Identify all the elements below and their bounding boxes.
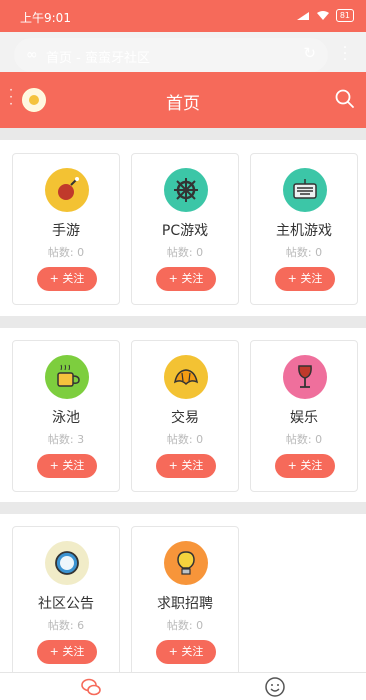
forum-card[interactable]: 手游帖数: 0 + 关注 [12, 153, 120, 305]
reload-icon[interactable]: ↻ [303, 44, 316, 62]
follow-button[interactable]: + 关注 [37, 640, 97, 664]
forum-name: 娱乐 [290, 410, 318, 426]
follow-button[interactable]: + 关注 [37, 267, 97, 291]
forum-name: 求职招聘 [157, 596, 213, 612]
post-count: 帖数: 0 [166, 246, 204, 259]
post-count: 帖数: 6 [47, 619, 85, 632]
bottom-tab-bar [0, 672, 366, 700]
post-count: 帖数: 3 [47, 433, 85, 446]
wine-icon [283, 355, 327, 399]
mug-icon [45, 355, 89, 399]
forum-card[interactable]: 求职招聘帖数: 0 + 关注 [131, 526, 239, 678]
forum-card[interactable]: 娱乐帖数: 0 + 关注 [250, 340, 358, 492]
post-count: 帖数: 0 [285, 246, 323, 259]
post-count: 帖数: 0 [285, 433, 323, 446]
infinity-icon: ∞ [26, 47, 38, 63]
keyboard-icon [283, 168, 327, 212]
forum-card[interactable]: 主机游戏帖数: 0 + 关注 [250, 153, 358, 305]
follow-button[interactable]: + 关注 [37, 454, 97, 478]
follow-button[interactable]: + 关注 [156, 454, 216, 478]
browser-url-bar[interactable]: ∞ 首页 - 蛮蛮牙社区 ↻ [14, 38, 328, 72]
follow-button[interactable]: + 关注 [156, 267, 216, 291]
post-count: 帖数: 0 [166, 619, 204, 632]
browser-menu-icon[interactable]: · · · [342, 41, 348, 67]
forum-name: 主机游戏 [276, 223, 332, 239]
status-bar: 上午9:01 81 [0, 0, 366, 32]
forum-name: 社区公告 [38, 596, 94, 612]
forum-card[interactable]: PC游戏帖数: 0 + 关注 [131, 153, 239, 305]
follow-button[interactable]: + 关注 [275, 267, 335, 291]
follow-button[interactable]: + 关注 [275, 454, 335, 478]
forum-card[interactable]: 泳池帖数: 3 + 关注 [12, 340, 120, 492]
url-title: 首页 - 蛮蛮牙社区 [46, 51, 150, 66]
chat-bubbles-icon[interactable] [80, 676, 102, 698]
follow-button[interactable]: + 关注 [156, 640, 216, 664]
wifi-icon [316, 11, 329, 20]
status-time: 上午9:01 [20, 11, 71, 25]
lightbulb-icon [164, 541, 208, 585]
forum-card[interactable]: 社区公告帖数: 6 + 关注 [12, 526, 120, 678]
forum-card[interactable]: 交易帖数: 0 + 关注 [131, 340, 239, 492]
ship-wheel-icon [164, 168, 208, 212]
forum-name: 泳池 [52, 410, 80, 426]
forum-name: 交易 [171, 410, 199, 426]
post-count: 帖数: 0 [166, 433, 204, 446]
battery-icon: 81 [335, 9, 354, 22]
status-icons: 81 [296, 9, 354, 22]
page-title: 首页 [166, 94, 200, 114]
smiley-icon[interactable] [264, 676, 286, 698]
search-icon[interactable] [334, 88, 356, 110]
bomb-icon [45, 168, 89, 212]
nav-bar: · · · 首页 [0, 72, 366, 128]
clock-icon [45, 541, 89, 585]
post-count: 帖数: 0 [47, 246, 85, 259]
forum-name: PC游戏 [161, 223, 209, 239]
signal-icon [296, 11, 309, 20]
croissant-icon [164, 355, 208, 399]
forum-name: 手游 [52, 223, 80, 239]
